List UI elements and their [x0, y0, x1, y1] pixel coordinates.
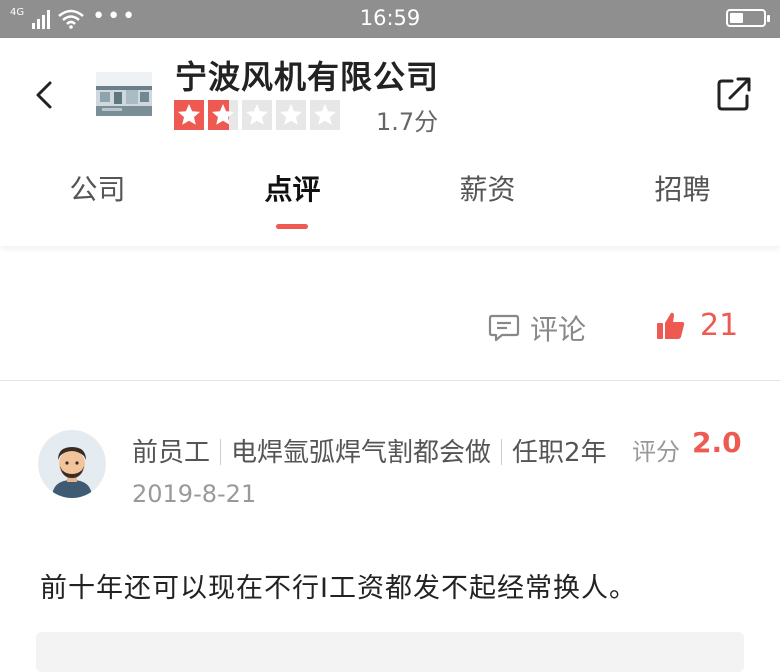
tab-bar: 公司 点评 薪资 招聘 — [0, 168, 780, 229]
rating-stars — [174, 100, 340, 130]
author-tenure: 任职2年 — [512, 438, 607, 468]
star-icon — [208, 100, 238, 130]
reply-box[interactable] — [36, 632, 744, 672]
tab-jobs[interactable]: 招聘 — [585, 168, 780, 208]
battery-level — [730, 13, 743, 23]
rating-score: 1.7分 — [376, 108, 439, 136]
status-time: 16:59 — [359, 6, 421, 30]
separator — [220, 439, 222, 465]
review-author-info: 前员工 电焊氩弧焊气割都会做 任职2年 — [132, 432, 607, 469]
review-text[interactable]: 前十年还可以现在不行I工资都发不起经常换人。 — [40, 566, 637, 605]
tab-reviews[interactable]: 点评 — [195, 168, 390, 208]
like-count: 21 — [700, 308, 739, 343]
review-date: 2019-8-21 — [132, 480, 257, 508]
comment-label: 评论 — [530, 313, 587, 346]
share-icon[interactable] — [716, 76, 752, 112]
company-name: 宁波风机有限公司 — [175, 58, 440, 96]
company-logo — [96, 72, 152, 116]
active-tab-indicator — [276, 224, 308, 229]
comment-button[interactable]: 评论 — [488, 308, 586, 348]
review-score: 2.0 — [692, 426, 742, 459]
star-icon — [276, 100, 306, 130]
thumbs-up-icon — [657, 312, 685, 339]
divider — [0, 380, 780, 381]
reviews-list: 评论 21 前员工 电焊氩弧焊气割都会做 任职2年 评分 2.0 2019-8-21… — [0, 246, 780, 672]
battery-icon — [726, 9, 770, 27]
tab-company[interactable]: 公司 — [0, 168, 195, 208]
avatar — [38, 430, 106, 498]
star-icon — [174, 100, 204, 130]
company-header: 宁波风机有限公司 1.7分 公司 点评 薪资 招聘 — [0, 38, 780, 246]
chevron-left-icon[interactable] — [30, 80, 60, 110]
separator — [501, 439, 503, 465]
like-button[interactable]: 21 — [656, 308, 738, 343]
author-position: 电焊氩弧焊气割都会做 — [231, 438, 492, 468]
status-bar: 4G ••• 16:59 — [0, 0, 780, 38]
star-icon — [242, 100, 272, 130]
score-label: 评分 — [632, 438, 680, 466]
comment-icon — [488, 314, 520, 342]
star-icon — [310, 100, 340, 130]
tab-salary[interactable]: 薪资 — [390, 168, 585, 208]
author-role: 前员工 — [132, 438, 211, 468]
